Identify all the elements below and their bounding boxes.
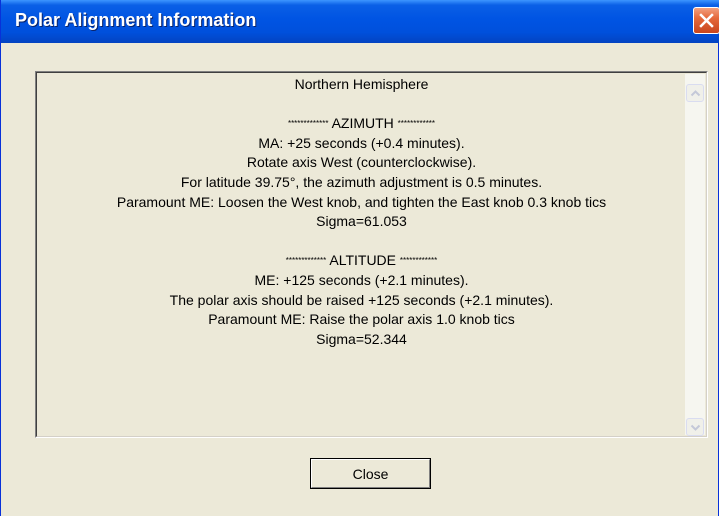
close-button-label: Close bbox=[352, 466, 389, 482]
azimuth-line: MA: +25 seconds (+0.4 minutes). bbox=[258, 134, 465, 151]
hemisphere-line: Northern Hemisphere bbox=[294, 76, 429, 92]
altitude-sigma: Sigma=52.344 bbox=[316, 330, 407, 347]
azimuth-title: AZIMUTH bbox=[331, 115, 394, 132]
altitude-line: ME: +125 seconds (+2.1 minutes). bbox=[254, 271, 469, 288]
altitude-stars-right: ************ bbox=[399, 256, 438, 266]
altitude-line: Paramount ME: Raise the polar axis 1.0 k… bbox=[208, 311, 515, 328]
titlebar-close-button[interactable] bbox=[693, 7, 719, 34]
azimuth-sigma: Sigma=61.053 bbox=[316, 213, 407, 230]
report-text: Northern Hemisphere ************* AZIMUT… bbox=[39, 75, 684, 435]
scroll-up-button[interactable] bbox=[686, 84, 704, 102]
scroll-down-button[interactable] bbox=[686, 418, 704, 436]
polar-alignment-dialog: Polar Alignment Information Northern Hem… bbox=[0, 0, 719, 516]
altitude-heading: ************* ALTITUDE ************ bbox=[39, 251, 684, 271]
report-textbox[interactable]: Northern Hemisphere ************* AZIMUT… bbox=[35, 71, 708, 438]
altitude-line: The polar axis should be raised +125 sec… bbox=[169, 291, 554, 308]
altitude-stars-left: ************* bbox=[285, 256, 327, 266]
title-bar[interactable]: Polar Alignment Information bbox=[1, 0, 719, 43]
azimuth-line: Paramount ME: Loosen the West knob, and … bbox=[116, 193, 607, 210]
azimuth-heading: ************* AZIMUTH ************ bbox=[39, 114, 684, 134]
azimuth-stars-right: ************ bbox=[397, 119, 436, 129]
altitude-title: ALTITUDE bbox=[329, 252, 396, 269]
azimuth-line: Rotate axis West (counterclockwise). bbox=[246, 154, 477, 171]
vertical-scrollbar[interactable] bbox=[685, 74, 705, 436]
azimuth-stars-left: ************* bbox=[287, 119, 329, 129]
close-button[interactable]: Close bbox=[310, 458, 431, 489]
azimuth-line: For latitude 39.75°, the azimuth adjustm… bbox=[180, 173, 543, 190]
window-title: Polar Alignment Information bbox=[15, 10, 257, 30]
